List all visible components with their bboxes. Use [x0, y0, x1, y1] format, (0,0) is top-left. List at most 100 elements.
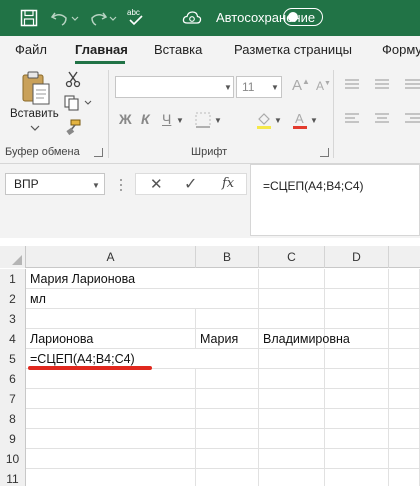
- cell-c9[interactable]: [259, 429, 325, 449]
- spelling-check-icon[interactable]: abc: [126, 6, 146, 28]
- name-box[interactable]: ВПР: [5, 173, 105, 195]
- bold-button[interactable]: Ж: [119, 111, 132, 127]
- cell-c3[interactable]: [259, 309, 325, 329]
- cell-c1[interactable]: [259, 269, 325, 289]
- cell-a10[interactable]: [26, 449, 196, 469]
- cell-d8[interactable]: [325, 409, 389, 429]
- formula-input[interactable]: =СЦЕП(A4;B4;C4): [250, 164, 420, 236]
- cell-d9[interactable]: [325, 429, 389, 449]
- font-name-combo[interactable]: [115, 76, 234, 98]
- row-header[interactable]: 5: [0, 349, 26, 369]
- cell-d7[interactable]: [325, 389, 389, 409]
- cell-b5[interactable]: [196, 349, 259, 369]
- enter-icon[interactable]: ✓: [184, 174, 197, 194]
- cell-e2[interactable]: [389, 289, 420, 309]
- borders-icon[interactable]: [194, 111, 212, 129]
- cell-a3[interactable]: [26, 309, 196, 329]
- cell-d10[interactable]: [325, 449, 389, 469]
- tab-insert[interactable]: Вставка: [154, 42, 202, 57]
- cell-c7[interactable]: [259, 389, 325, 409]
- undo-icon[interactable]: [50, 9, 70, 27]
- cell-e5[interactable]: [389, 349, 420, 369]
- row-header[interactable]: 2: [0, 289, 26, 309]
- column-header-a[interactable]: A: [26, 246, 196, 268]
- format-painter-icon[interactable]: [64, 118, 82, 136]
- splitter-handle[interactable]: [118, 177, 124, 193]
- cell-b11[interactable]: [196, 469, 259, 486]
- row-header[interactable]: 1: [0, 269, 26, 289]
- cell-e7[interactable]: [389, 389, 420, 409]
- column-header-d[interactable]: D: [325, 246, 389, 268]
- decrease-font-icon[interactable]: A▼: [316, 79, 331, 93]
- cell-a7[interactable]: [26, 389, 196, 409]
- row-header[interactable]: 3: [0, 309, 26, 329]
- tab-formulas[interactable]: Форму: [382, 42, 420, 57]
- cell-b7[interactable]: [196, 389, 259, 409]
- cell-b6[interactable]: [196, 369, 259, 389]
- cell-b9[interactable]: [196, 429, 259, 449]
- paste-button-label[interactable]: Вставить: [10, 108, 59, 120]
- column-header-b[interactable]: B: [196, 246, 259, 268]
- cell-e1[interactable]: [389, 269, 420, 289]
- row-header[interactable]: 4: [0, 329, 26, 349]
- cut-icon[interactable]: [64, 70, 82, 88]
- cell-c2[interactable]: [259, 289, 325, 309]
- font-color-icon[interactable]: A: [290, 110, 310, 130]
- font-name-dropdown-icon[interactable]: ▼: [224, 83, 232, 92]
- cell-a2[interactable]: мл: [26, 289, 196, 309]
- insert-function-icon[interactable]: fx: [222, 176, 234, 191]
- cell-e4[interactable]: [389, 329, 420, 349]
- font-size-dropdown-icon[interactable]: ▼: [271, 83, 279, 92]
- save-icon[interactable]: [20, 9, 38, 27]
- copy-dropdown-icon[interactable]: [84, 100, 92, 106]
- cell-d2[interactable]: [325, 289, 389, 309]
- borders-dropdown-icon[interactable]: ▼: [214, 116, 222, 125]
- cell-b4[interactable]: Мария: [196, 329, 259, 349]
- cell-e11[interactable]: [389, 469, 420, 486]
- cancel-icon[interactable]: ✕: [150, 175, 163, 193]
- cell-a8[interactable]: [26, 409, 196, 429]
- clipboard-dialog-launcher[interactable]: [94, 148, 103, 157]
- cell-c11[interactable]: [259, 469, 325, 486]
- tab-home[interactable]: Главная: [75, 42, 128, 57]
- column-header-e[interactable]: [389, 246, 420, 268]
- cell-c10[interactable]: [259, 449, 325, 469]
- row-header[interactable]: 7: [0, 389, 26, 409]
- cell-d6[interactable]: [325, 369, 389, 389]
- row-header[interactable]: 6: [0, 369, 26, 389]
- fill-color-dropdown-icon[interactable]: ▼: [274, 116, 282, 125]
- cell-a4[interactable]: Ларионова: [26, 329, 196, 349]
- alignment-icons[interactable]: [345, 78, 420, 138]
- underline-button[interactable]: Ч: [162, 111, 171, 127]
- paste-icon[interactable]: [20, 70, 52, 106]
- redo-icon[interactable]: [88, 9, 108, 27]
- italic-button[interactable]: К: [141, 111, 150, 127]
- select-all-button[interactable]: [0, 246, 26, 268]
- cell-b2[interactable]: [196, 289, 259, 309]
- cell-c5[interactable]: [259, 349, 325, 369]
- cell-d1[interactable]: [325, 269, 389, 289]
- underline-dropdown-icon[interactable]: ▼: [176, 116, 184, 125]
- font-color-dropdown-icon[interactable]: ▼: [310, 116, 318, 125]
- font-dialog-launcher[interactable]: [320, 148, 329, 157]
- cell-d11[interactable]: [325, 469, 389, 486]
- fill-color-icon[interactable]: [254, 110, 274, 130]
- increase-font-icon[interactable]: A▲: [292, 77, 310, 94]
- cell-e8[interactable]: [389, 409, 420, 429]
- row-header[interactable]: 9: [0, 429, 26, 449]
- cell-a9[interactable]: [26, 429, 196, 449]
- cell-c8[interactable]: [259, 409, 325, 429]
- row-header[interactable]: 10: [0, 449, 26, 469]
- tab-file[interactable]: Файл: [15, 42, 47, 57]
- cell-e3[interactable]: [389, 309, 420, 329]
- cell-a1[interactable]: Мария Ларионова: [26, 269, 196, 289]
- cell-a6[interactable]: [26, 369, 196, 389]
- cell-d4[interactable]: [325, 329, 389, 349]
- autosave-toggle[interactable]: [283, 8, 323, 26]
- cell-b1[interactable]: [196, 269, 259, 289]
- cell-b10[interactable]: [196, 449, 259, 469]
- undo-dropdown-icon[interactable]: [70, 9, 80, 27]
- copy-icon[interactable]: [63, 94, 81, 112]
- cell-d5[interactable]: [325, 349, 389, 369]
- cell-e10[interactable]: [389, 449, 420, 469]
